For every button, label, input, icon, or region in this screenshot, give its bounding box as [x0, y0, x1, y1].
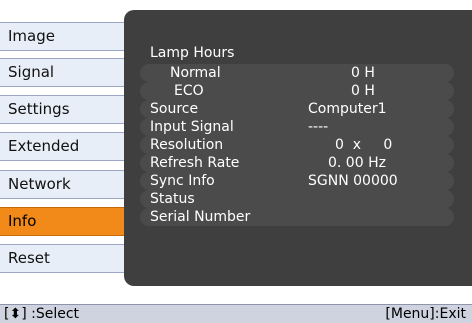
menu-tab-reset[interactable]: Reset [0, 244, 131, 273]
eco-row: ECO 0 H [0, 82, 472, 100]
lamp-hours-row: Lamp Hours [0, 44, 472, 62]
input-signal-row: Input Signal ---- [0, 118, 472, 136]
refresh-rate-row: Refresh Rate 0. 00 Hz [0, 154, 472, 172]
eco-label: ECO [174, 83, 204, 99]
sync-info-row: Sync Info SGNN 00000 [0, 172, 472, 190]
serial-number-label: Serial Number [150, 209, 251, 225]
input-signal-value: ---- [308, 119, 329, 135]
eco-value: 0 H [351, 83, 375, 99]
source-row: Source Computer1 [0, 100, 472, 118]
resolution-value: 0 x 0 [335, 137, 393, 153]
normal-value: 0 H [351, 65, 375, 81]
exit-hint: [Menu]:Exit [385, 306, 466, 322]
status-row: Status [0, 190, 472, 208]
source-label: Source [150, 101, 199, 117]
resolution-label: Resolution [150, 137, 224, 153]
serial-number-row: Serial Number [0, 208, 472, 226]
resolution-row: Resolution 0 x 0 [0, 136, 472, 154]
lamp-hours-label: Lamp Hours [150, 45, 235, 61]
normal-label: Normal [170, 65, 221, 81]
refresh-rate-label: Refresh Rate [150, 155, 240, 171]
source-value: Computer1 [308, 101, 387, 117]
sync-info-value: SGNN 00000 [308, 173, 398, 189]
refresh-rate-value: 0. 00 Hz [328, 155, 386, 171]
select-hint: [⬍] :Select [4, 306, 80, 322]
help-bar: [⬍] :Select [Menu]:Exit [0, 304, 472, 323]
sync-info-label: Sync Info [150, 173, 215, 189]
input-signal-label: Input Signal [150, 119, 234, 135]
status-label: Status [150, 191, 195, 207]
normal-row: Normal 0 H [0, 64, 472, 82]
